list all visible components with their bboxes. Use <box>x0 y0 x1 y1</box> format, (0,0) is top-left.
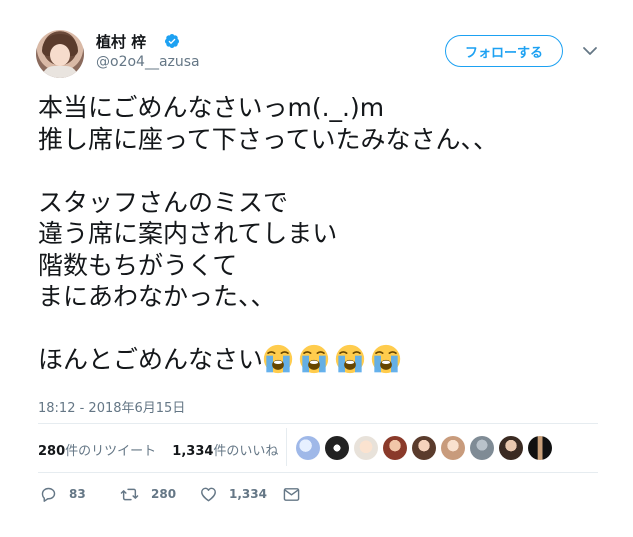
loudly-crying-face-icon <box>299 344 329 374</box>
liker-avatar[interactable] <box>499 436 523 460</box>
tweet-line: スタッフさんのミスで <box>38 187 289 217</box>
tweet-line: 推し席に座って下さっていたみなさん、、 <box>38 124 499 154</box>
tweet-line: 違う席に案内されてしまい <box>38 219 338 248</box>
like-icon <box>201 487 216 502</box>
like-count: 1,334 <box>229 487 267 501</box>
reply-icon <box>41 487 56 502</box>
liker-avatar[interactable] <box>383 436 407 460</box>
retweet-icon <box>120 488 139 500</box>
tweet-stats: 280件のリツイート 1,334件のいいね <box>38 440 290 459</box>
like-stat-count: 1,334 <box>172 444 214 459</box>
tweet-last-line: ほんとごめんなさい <box>38 344 598 376</box>
tweet-timestamp[interactable]: 18:12 - 2018年6月15日 <box>38 397 185 416</box>
liker-avatar[interactable] <box>296 436 320 460</box>
like-button[interactable]: 1,334 <box>200 484 267 504</box>
verified-badge-icon <box>164 34 179 48</box>
loudly-crying-face-icon <box>371 344 401 374</box>
divider <box>38 472 598 473</box>
retweet-stat-count: 280 <box>38 444 66 459</box>
liker-avatar[interactable] <box>354 436 378 460</box>
retweet-button[interactable]: 280 <box>120 484 176 504</box>
display-name[interactable]: 植村 梓 <box>96 31 146 52</box>
liker-avatar[interactable] <box>441 436 465 460</box>
like-stat[interactable]: 1,334件のいいね <box>172 444 278 459</box>
loudly-crying-face-icon <box>335 344 365 374</box>
retweet-count: 280 <box>151 487 177 501</box>
tweet-line: まにあわなかった、、 <box>38 282 276 311</box>
tweet-line: 本当にごめんなさいっm(._.)m <box>38 93 385 122</box>
like-stat-label: 件のいいね <box>213 444 279 459</box>
tweet-line: 階数もちがうくて <box>38 250 238 280</box>
follow-button[interactable]: フォローする <box>445 35 563 67</box>
liker-avatar[interactable] <box>325 436 349 460</box>
liker-avatar[interactable] <box>528 436 552 460</box>
user-handle[interactable]: @o2o4__azusa <box>96 54 200 70</box>
chevron-down-icon[interactable] <box>582 44 598 58</box>
tweet-line <box>38 313 598 345</box>
tweet-text: 本当にごめんなさいっm(._.)m 推し席に座って下さっていたみなさん、、 スタ… <box>38 92 598 376</box>
retweet-stat[interactable]: 280件のリツイート <box>38 444 156 459</box>
direct-message-icon <box>283 487 300 501</box>
reply-button[interactable]: 83 <box>40 484 86 504</box>
retweet-stat-label: 件のリツイート <box>65 444 157 459</box>
direct-message-button[interactable] <box>283 484 312 504</box>
tweet-line <box>38 155 598 187</box>
emoji-row <box>263 344 407 374</box>
tweet-card: 植村 梓 @o2o4__azusa フォローする 本当にごめんなさいっm(._.… <box>0 0 633 537</box>
tweet-line: ほんとごめんなさい <box>38 345 264 374</box>
liker-avatar[interactable] <box>470 436 494 460</box>
reply-count: 83 <box>69 487 86 501</box>
stats-separator <box>286 428 287 466</box>
loudly-crying-face-icon <box>263 344 293 374</box>
user-avatar[interactable] <box>36 30 84 78</box>
divider <box>38 423 598 424</box>
liker-avatar[interactable] <box>412 436 436 460</box>
